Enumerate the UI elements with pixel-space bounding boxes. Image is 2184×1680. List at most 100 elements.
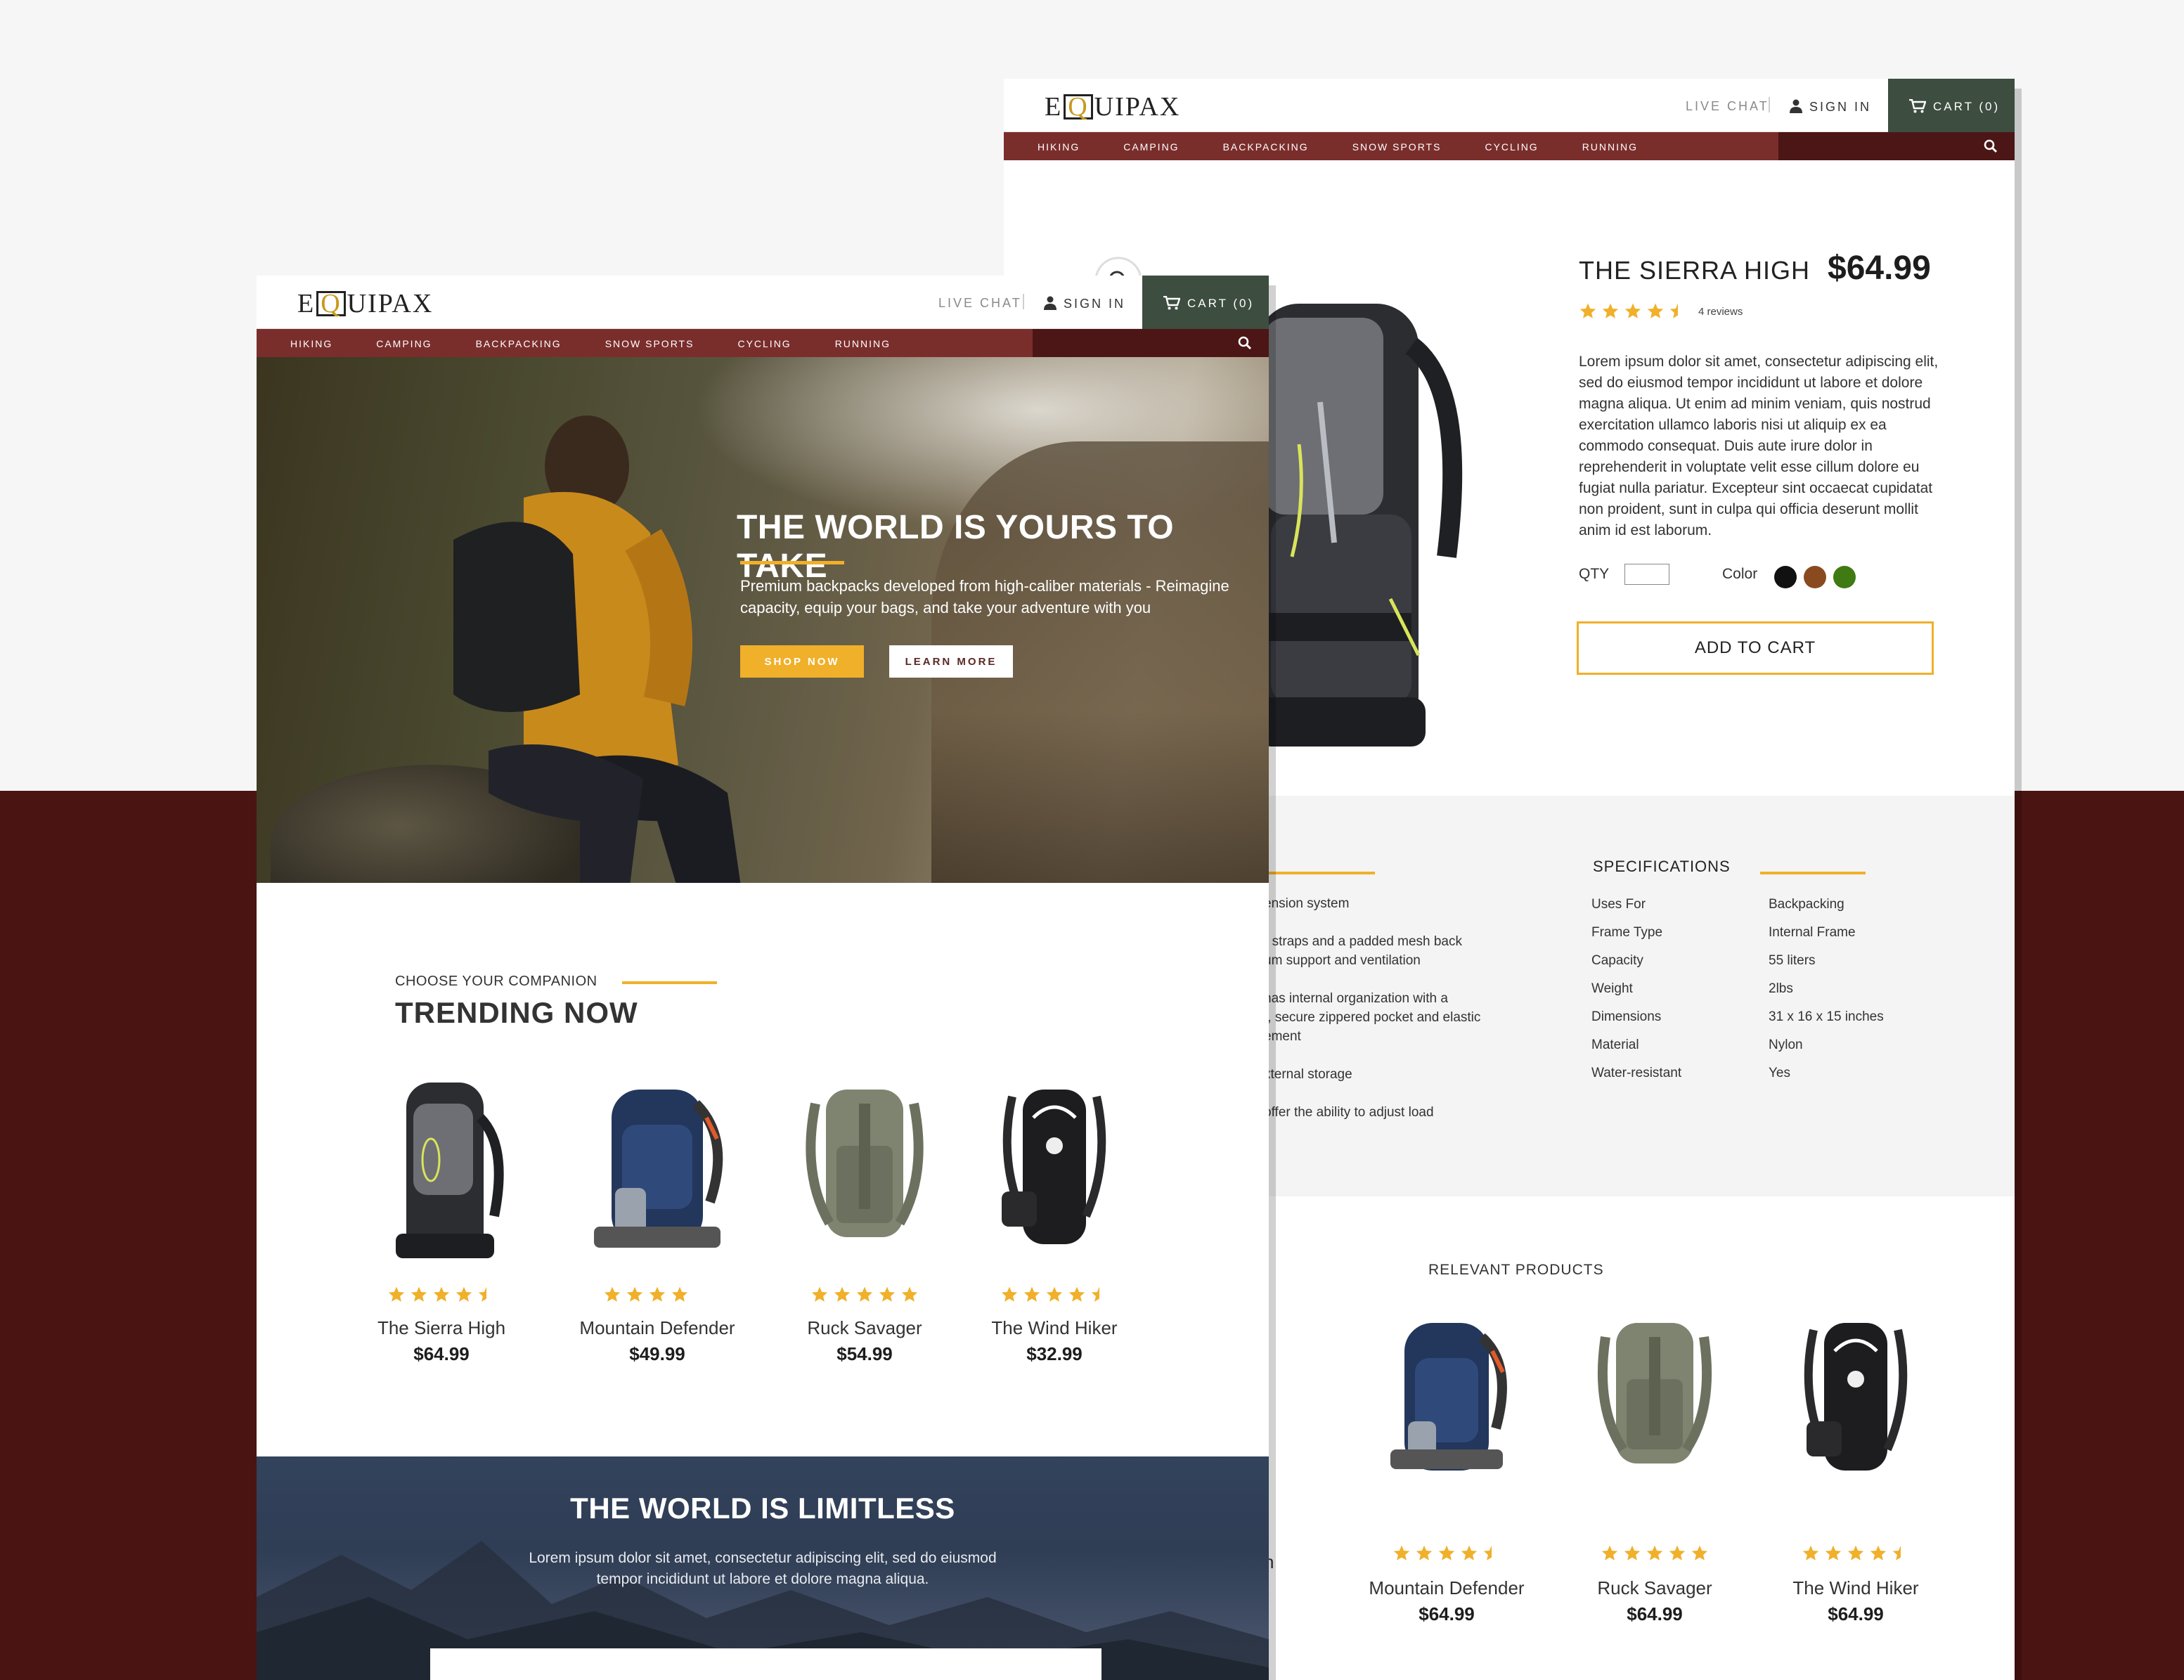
mountain-defender-image — [594, 1090, 723, 1248]
spec-key: Uses For — [1591, 897, 1646, 912]
nav-item-camping[interactable]: CAMPING — [1123, 141, 1179, 153]
star-icon — [1601, 1545, 1618, 1561]
category-list: HIKING CAMPING BACKPACKING SNOW SPORTS C… — [1038, 141, 1681, 153]
specifications-underline — [1760, 872, 1866, 874]
star-icon — [1802, 1545, 1819, 1561]
header-divider — [1769, 97, 1770, 112]
spec-value: 2lbs — [1769, 981, 1793, 996]
search-icon[interactable] — [1238, 336, 1252, 350]
section-kicker-underline — [622, 981, 717, 984]
star-icon — [455, 1286, 472, 1302]
section-title: TRENDING NOW — [395, 996, 638, 1029]
product-price: $32.99 — [1026, 1343, 1083, 1364]
star-icon — [671, 1286, 688, 1302]
product-card-wind-hiker[interactable]: The Wind Hiker $32.99 — [963, 1075, 1146, 1365]
cart-button[interactable]: CART (0) — [1142, 276, 1269, 329]
star-icon — [1483, 1545, 1492, 1561]
nav-item-cycling[interactable]: CYCLING — [737, 338, 791, 349]
product-name: The Wind Hiker — [1792, 1577, 1919, 1598]
feature-text: has internal organization with a — [1264, 991, 1448, 1006]
nav-item-running[interactable]: RUNNING — [1582, 141, 1638, 153]
live-chat-link[interactable]: LIVE CHAT — [1686, 99, 1769, 114]
shop-now-button[interactable]: SHOP NOW — [740, 645, 864, 678]
product-rating — [773, 1286, 956, 1307]
section-kicker: CHOOSE YOUR COMPANION — [395, 974, 597, 989]
product-price: $54.99 — [836, 1343, 893, 1364]
star-rating-icons — [1579, 303, 1679, 318]
wind-hiker-image — [1002, 1090, 1106, 1244]
relevant-products-title: RELEVANT PRODUCTS — [1428, 1262, 1604, 1278]
star-icon — [1001, 1286, 1018, 1302]
product-rating — [963, 1286, 1146, 1307]
nav-item-backpacking[interactable]: BACKPACKING — [476, 338, 562, 349]
color-label: Color — [1722, 566, 1758, 582]
feature-text: offer the ability to adjust load — [1264, 1105, 1434, 1120]
product-card-sierra-high[interactable]: The Sierra High $64.99 — [350, 1075, 533, 1365]
specifications-title: SPECIFICATIONS — [1593, 858, 1731, 875]
product-name: The Sierra High — [377, 1317, 506, 1338]
feature-text: ement — [1264, 1029, 1301, 1044]
star-icon — [811, 1286, 828, 1302]
sign-in-link[interactable]: SIGN IN — [1790, 99, 1871, 115]
product-title: THE SIERRA HIGH — [1579, 256, 1811, 285]
search-icon[interactable] — [1984, 139, 1998, 153]
review-count[interactable]: 4 reviews — [1698, 306, 1743, 318]
qty-input[interactable] — [1624, 564, 1669, 585]
product-card-mountain-defender[interactable]: Mountain Defender $49.99 — [566, 1075, 749, 1365]
header-divider — [1023, 294, 1024, 309]
promo-card — [430, 1648, 1101, 1680]
logo-prefix: E — [1045, 92, 1063, 122]
relevant-product-card[interactable]: Ruck Savager $64.99 — [1563, 1309, 1746, 1625]
learn-more-button[interactable]: LEARN MORE — [889, 645, 1013, 678]
color-swatch-green[interactable] — [1833, 566, 1856, 588]
star-rating-icons — [1802, 1545, 1901, 1561]
home-page-window: E Q UIPAX LIVE CHAT SIGN IN CART (0) HIKIN… — [257, 276, 1269, 1680]
nav-item-hiking[interactable]: HIKING — [1038, 141, 1080, 153]
hero-underline — [740, 561, 844, 564]
header: E Q UIPAX LIVE CHAT SIGN IN CART (0) — [1004, 79, 2015, 132]
nav-item-running[interactable]: RUNNING — [835, 338, 891, 349]
nav-item-snow-sports[interactable]: SNOW SPORTS — [605, 338, 694, 349]
logo[interactable]: E Q UIPAX — [297, 288, 433, 319]
star-rating-icons — [388, 1286, 487, 1302]
promo-title: THE WORLD IS LIMITLESS — [570, 1492, 955, 1525]
add-to-cart-button[interactable]: ADD TO CART — [1577, 621, 1934, 675]
category-nav: HIKING CAMPING BACKPACKING SNOW SPORTS C… — [1004, 132, 2015, 160]
star-icon — [1669, 1545, 1686, 1561]
star-icon — [626, 1286, 643, 1302]
star-icon — [1669, 303, 1679, 318]
live-chat-link[interactable]: LIVE CHAT — [938, 296, 1022, 311]
spec-key: Dimensions — [1591, 1009, 1662, 1024]
color-swatch-brown[interactable] — [1804, 566, 1826, 588]
color-swatch-black[interactable] — [1774, 566, 1797, 588]
product-price: $64.99 — [1828, 250, 1931, 287]
star-icon — [1847, 1545, 1864, 1561]
spec-key: Material — [1591, 1038, 1639, 1052]
nav-item-camping[interactable]: CAMPING — [376, 338, 432, 349]
star-icon — [604, 1286, 621, 1302]
hero-banner: THE WORLD IS YOURS TO TAKE Premium backp… — [257, 357, 1269, 883]
cart-button[interactable]: CART (0) — [1888, 79, 2015, 132]
relevant-product-card[interactable]: The Wind Hiker $64.99 — [1764, 1309, 1947, 1625]
nav-item-snow-sports[interactable]: SNOW SPORTS — [1352, 141, 1442, 153]
nav-item-cycling[interactable]: CYCLING — [1485, 141, 1538, 153]
relevant-product-card[interactable]: Mountain Defender $64.99 — [1355, 1309, 1538, 1625]
promo-text: Lorem ipsum dolor sit amet, consectetur … — [529, 1550, 997, 1587]
sign-in-link[interactable]: SIGN IN — [1044, 296, 1125, 311]
spec-key: Weight — [1591, 981, 1633, 996]
logo[interactable]: E Q UIPAX — [1045, 91, 1180, 122]
nav-item-hiking[interactable]: HIKING — [290, 338, 332, 349]
star-icon — [1579, 303, 1596, 318]
star-icon — [879, 1286, 896, 1302]
star-rating-icons — [1601, 1545, 1708, 1561]
product-card-ruck-savager[interactable]: Ruck Savager $54.99 — [773, 1075, 956, 1365]
star-icon — [433, 1286, 450, 1302]
sign-in-label: SIGN IN — [1809, 100, 1872, 114]
product-name: Ruck Savager — [807, 1317, 922, 1338]
spec-value: 55 liters — [1769, 953, 1816, 968]
product-rating — [350, 1286, 533, 1307]
spec-key: Capacity — [1591, 953, 1643, 968]
star-icon — [1461, 1545, 1478, 1561]
spec-key: Frame Type — [1591, 925, 1663, 940]
nav-item-backpacking[interactable]: BACKPACKING — [1223, 141, 1309, 153]
